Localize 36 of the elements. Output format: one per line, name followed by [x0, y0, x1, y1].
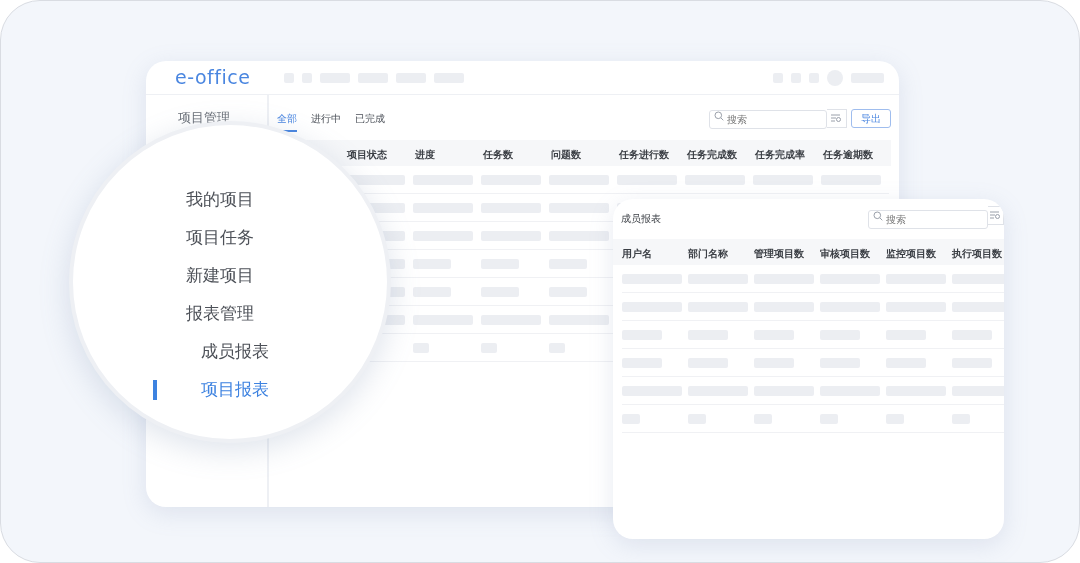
column-header: 任务逾期数	[823, 149, 873, 160]
skeleton-bar	[549, 202, 609, 213]
nav-item[interactable]: 我的项目	[186, 181, 254, 219]
column-header: 部门名称	[688, 248, 728, 259]
column-header: 监控项目数	[886, 248, 936, 259]
filter-button[interactable]	[827, 108, 847, 128]
column-header: 审核项目数	[820, 248, 870, 259]
export-button[interactable]: 导出	[851, 108, 891, 128]
nav-item[interactable]: 新建项目	[186, 257, 254, 295]
column-header: 任务完成数	[687, 149, 737, 160]
logo-text: e-office	[174, 65, 252, 91]
column-header: 管理项目数	[754, 248, 804, 259]
column-header: 用户名	[622, 248, 652, 259]
column-header: 任务数	[483, 149, 513, 160]
nav-item[interactable]: 报表管理	[186, 295, 254, 333]
column-header: 任务进行数	[619, 149, 669, 160]
nav-item[interactable]: 成员报表	[201, 333, 269, 371]
column-header: 任务完成率	[755, 149, 805, 160]
tab[interactable]: 已完成	[355, 109, 385, 132]
search-field[interactable]: 搜索	[709, 110, 827, 129]
skeleton-bar	[549, 230, 609, 241]
column-header: 项目状态	[347, 149, 387, 160]
column-header: 问题数	[551, 149, 581, 160]
nav-item[interactable]: 项目任务	[186, 219, 254, 257]
filter-icon	[990, 211, 1001, 220]
tab[interactable]: 进行中	[311, 109, 341, 132]
window-title: 成员报表	[621, 211, 661, 226]
search-field[interactable]: 搜索	[868, 210, 988, 229]
filter-icon	[831, 113, 842, 123]
skeleton-bar	[549, 314, 609, 325]
column-header: 执行项目数	[952, 248, 1002, 259]
search-icon	[714, 111, 724, 121]
filter-button[interactable]	[988, 206, 1004, 225]
nav-item[interactable]: 项目报表	[201, 371, 269, 409]
search-icon	[873, 211, 883, 221]
column-header: 进度	[415, 149, 435, 160]
